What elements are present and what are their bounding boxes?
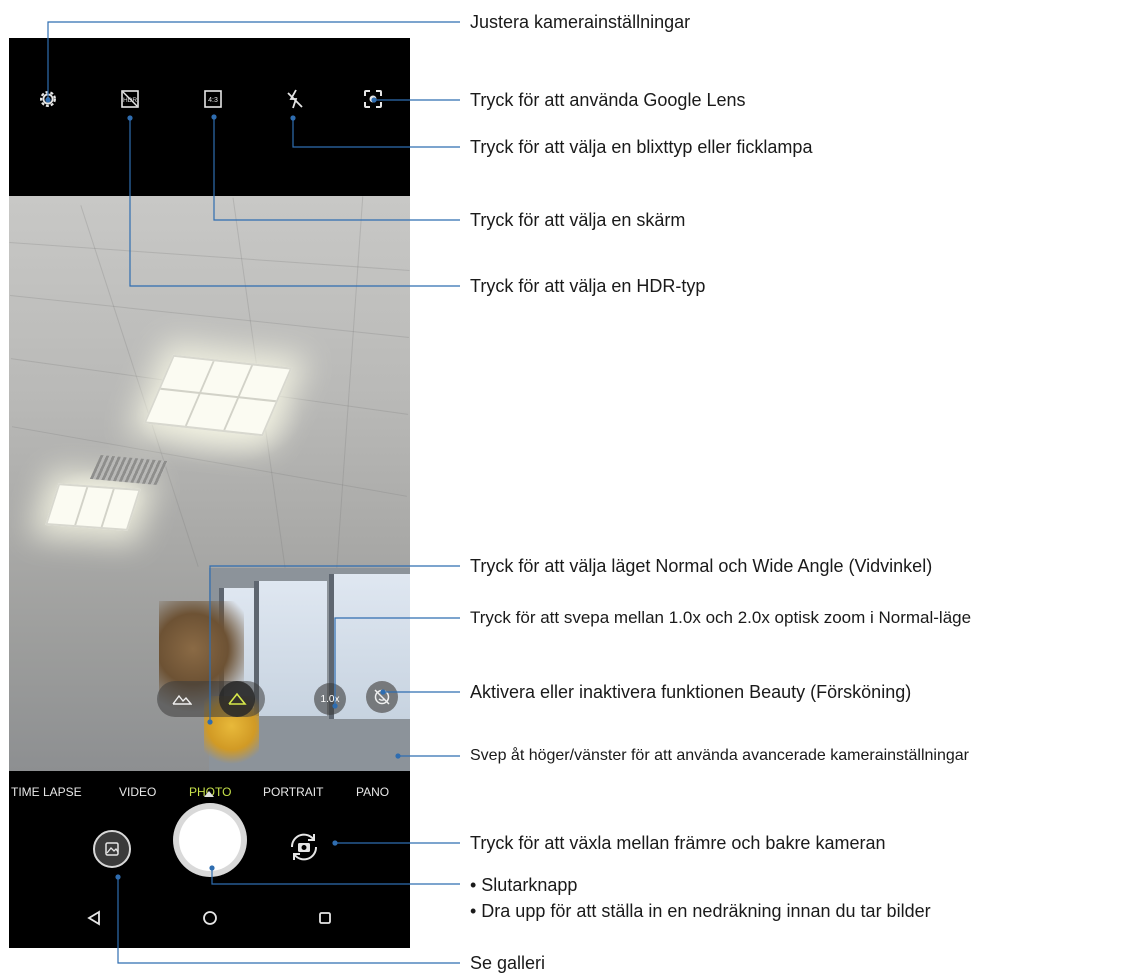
mode-portrait[interactable]: PORTRAIT [263, 785, 323, 799]
zoom-button[interactable]: 1.0x [314, 683, 346, 715]
callout-modes: Svep åt höger/vänster för att använda av… [470, 747, 969, 764]
ceiling-light [45, 483, 141, 531]
aspect-ratio-text: 4:3 [208, 97, 218, 104]
recents-icon[interactable] [315, 908, 335, 928]
callout-wide-angle: Tryck för att välja läget Normal och Wid… [470, 556, 933, 576]
hdr-icon[interactable]: HDR [117, 86, 143, 112]
svg-text:HDR: HDR [123, 97, 137, 104]
flash-off-icon[interactable] [282, 86, 308, 112]
callout-zoom: Tryck för att svepa mellan 1.0x och 2.0x… [470, 608, 972, 627]
callout-flash: Tryck för att välja en blixttyp eller fi… [470, 137, 813, 157]
switch-camera-icon [290, 833, 318, 861]
callout-hdr: Tryck för att välja en HDR-typ [470, 276, 706, 296]
settings-icon[interactable] [35, 86, 61, 112]
home-icon[interactable] [200, 908, 220, 928]
gallery-icon [105, 842, 119, 856]
beauty-toggle[interactable] [366, 681, 398, 713]
camera-screen: HDR 4:3 1.0x TIME LAPSE VIDEO PHOTO PORT… [9, 38, 410, 948]
callout-switch-camera: Tryck för att växla mellan främre och ba… [470, 833, 886, 853]
back-icon[interactable] [84, 908, 104, 928]
mode-pano[interactable]: PANO [356, 785, 389, 799]
viewfinder[interactable]: 1.0x [9, 196, 410, 771]
ceiling-vent [89, 454, 169, 486]
shutter-inner [179, 809, 241, 871]
gallery-button[interactable] [93, 830, 131, 868]
switch-camera-button[interactable] [285, 828, 323, 866]
callout-beauty: Aktivera eller inaktivera funktionen Bea… [470, 682, 912, 702]
callout-shutter: • Slutarknapp [470, 875, 578, 895]
mode-video[interactable]: VIDEO [119, 785, 156, 799]
callout-google-lens: Tryck för att använda Google Lens [470, 90, 746, 110]
shutter-button[interactable] [173, 803, 247, 877]
aspect-ratio-icon[interactable]: 4:3 [200, 86, 226, 112]
callout-gallery: Se galleri [470, 953, 546, 973]
callout-shutter-timer: • Dra upp för att ställa in en nedräknin… [470, 901, 931, 921]
google-lens-icon[interactable] [360, 86, 386, 112]
ceiling-light [143, 354, 293, 437]
wide-angle-button[interactable] [219, 681, 255, 717]
callout-screen: Tryck för att välja en skärm [470, 210, 686, 230]
callout-settings: Justera kamerainställningar [470, 12, 691, 32]
mode-time-lapse[interactable]: TIME LAPSE [11, 785, 82, 799]
normal-lens-button[interactable] [164, 681, 200, 717]
timer-caret-icon[interactable] [204, 791, 214, 797]
